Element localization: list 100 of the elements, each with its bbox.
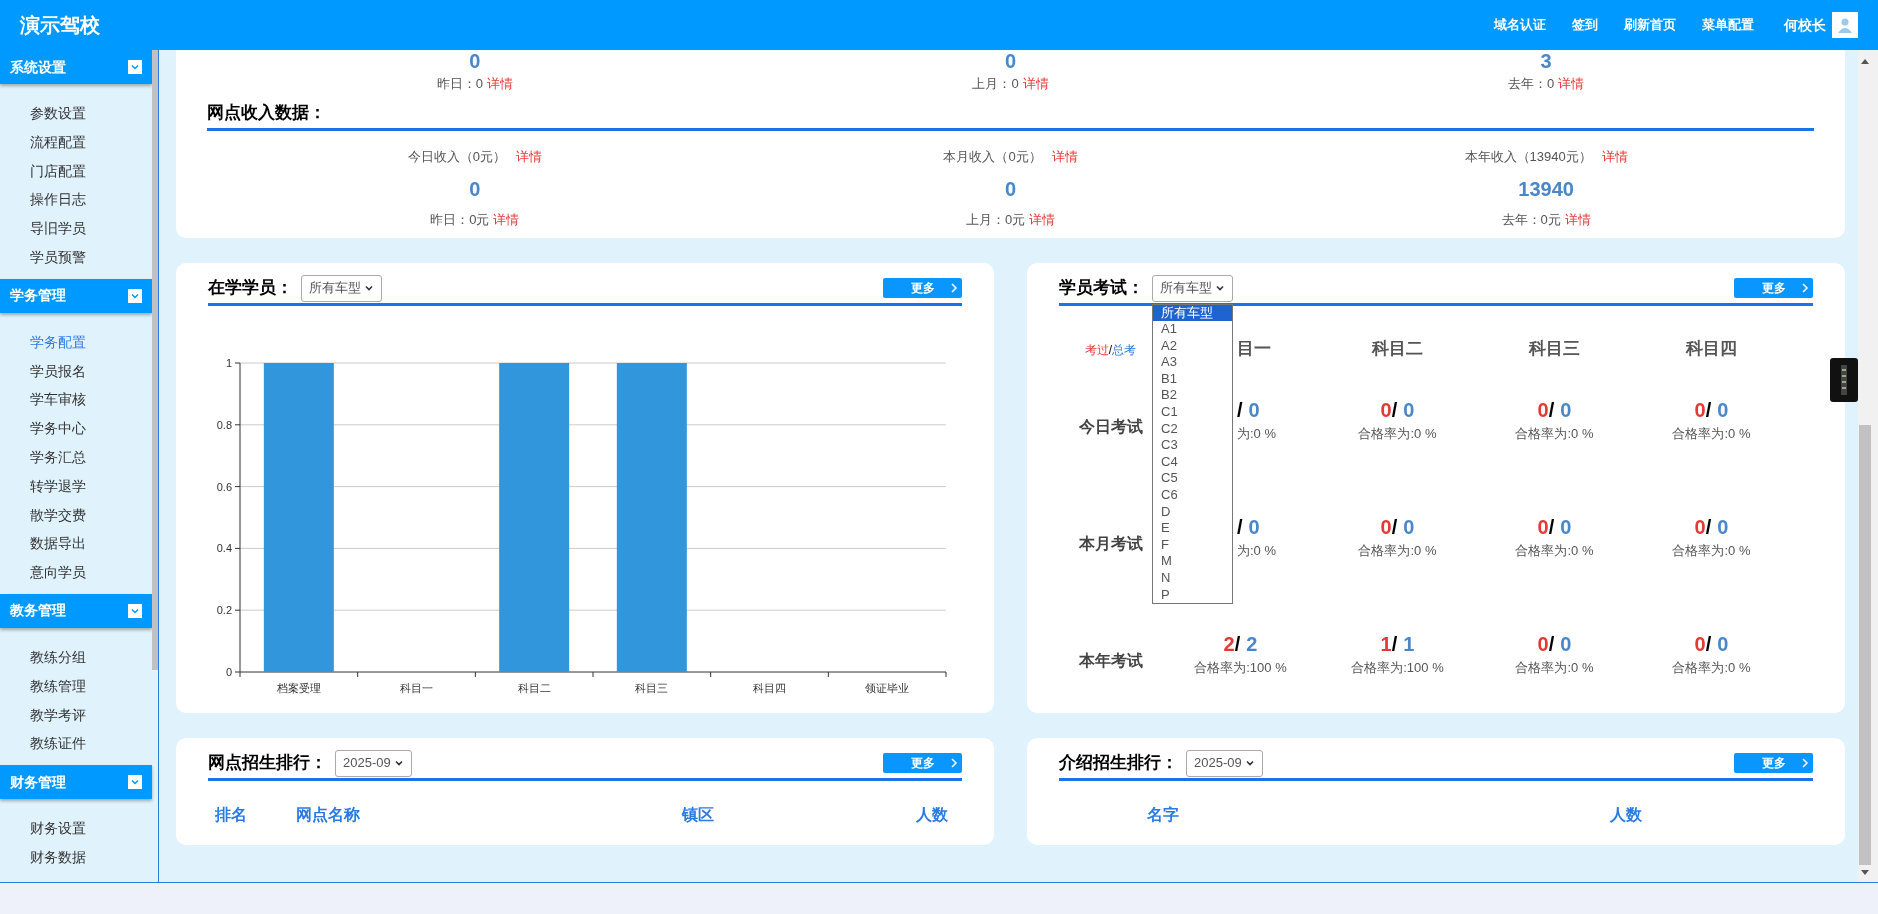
dropdown-option[interactable]: D	[1153, 503, 1232, 521]
column-header: 网点名称	[296, 806, 360, 823]
exam-score: / 0	[1237, 514, 1260, 540]
sidebar-item[interactable]: 学务汇总	[0, 442, 152, 472]
arrow-down-icon	[1861, 870, 1869, 876]
exam-score: 0/ 0	[1537, 631, 1572, 657]
dropdown-option[interactable]: C6	[1153, 487, 1232, 504]
chevron-icon	[1215, 283, 1225, 293]
card-title: 介绍招生排行：	[1059, 752, 1178, 775]
chevron-icon	[393, 758, 404, 768]
stat-value: 0	[469, 177, 481, 201]
sidebar-item[interactable]: 学务配置	[0, 327, 152, 357]
dropdown-option[interactable]: B1	[1153, 370, 1232, 388]
pass-rate: 合格率为:100 %	[1351, 658, 1444, 677]
filter-select[interactable]: 2025-09	[1186, 749, 1263, 777]
column-header: 人数	[1610, 806, 1642, 823]
dropdown-option[interactable]: N	[1153, 570, 1232, 587]
filter-select[interactable]: 所有车型	[1152, 274, 1233, 302]
stat-value: 0	[1004, 50, 1017, 72]
sidebar-item[interactable]: 散学交费	[0, 500, 152, 530]
axis-category-label: 科目四	[753, 682, 786, 694]
details-link[interactable]: 详情	[1029, 210, 1056, 230]
chevron-icon	[1244, 758, 1255, 768]
dropdown-option[interactable]: C3	[1153, 437, 1232, 454]
sidebar-item[interactable]: 操作日志	[0, 185, 152, 215]
dropdown-option[interactable]: E	[1153, 520, 1232, 537]
sidebar-item[interactable]: 教练分组	[0, 642, 152, 672]
sidebar-item[interactable]: 学员报名	[0, 356, 152, 386]
details-link[interactable]: 详情	[515, 147, 542, 167]
axis-category-label: 科目一	[400, 682, 433, 694]
stat-label: 去年：0	[1508, 75, 1555, 94]
exam-score: 0/ 0	[1380, 514, 1415, 540]
sidebar-item[interactable]: 财务数据	[0, 842, 152, 872]
avatar-icon[interactable]	[1832, 12, 1858, 38]
sidebar-item[interactable]: 教学考评	[0, 700, 152, 730]
dropdown-option[interactable]: C4	[1153, 453, 1232, 471]
sidebar-item[interactable]: 参数设置	[0, 99, 152, 128]
axis-category-label: 科目二	[517, 682, 551, 694]
chevron-icon	[364, 283, 374, 293]
column-header: 镇区	[682, 806, 714, 823]
column-header: 名字	[1147, 806, 1179, 823]
dropdown-option[interactable]: A2	[1153, 337, 1232, 355]
sidebar-item[interactable]: 教练证件	[0, 729, 152, 759]
details-link[interactable]: 详情	[1564, 210, 1591, 230]
pass-rate: 合格率为:0 %	[1515, 541, 1594, 560]
details-link[interactable]: 详情	[1601, 147, 1628, 167]
sidebar-item[interactable]: 门店配置	[0, 156, 152, 186]
pass-rate: 合格率为:0 %	[1672, 658, 1751, 677]
chevron-icon	[1801, 283, 1809, 293]
dropdown-option[interactable]: 所有车型	[1153, 304, 1232, 322]
level-icon	[1841, 365, 1847, 395]
axis-tick-label: 0.8	[216, 418, 232, 431]
dropdown-option[interactable]: F	[1153, 536, 1232, 554]
filter-select[interactable]: 所有车型	[301, 274, 382, 302]
details-link[interactable]: 详情	[1558, 74, 1585, 94]
exam-score: 0/ 0	[1380, 397, 1415, 423]
exam-score: 0/ 0	[1694, 397, 1729, 423]
dropdown-option[interactable]: P	[1153, 586, 1232, 604]
dropdown-option[interactable]: C2	[1153, 420, 1232, 438]
column-header: 科目四	[1686, 337, 1737, 360]
floating-widget[interactable]	[1830, 358, 1858, 402]
sidebar-item[interactable]: 导旧学员	[0, 214, 152, 243]
stat-value: 3	[1540, 50, 1552, 72]
chevron-icon	[950, 758, 958, 768]
stat-value: 0	[469, 50, 481, 72]
chevron-icon	[1801, 758, 1809, 768]
sidebar-item[interactable]: 财务设置	[0, 814, 152, 843]
column-header: 目一	[1237, 337, 1271, 360]
sidebar-item[interactable]: 教练管理	[0, 671, 152, 701]
sidebar-item[interactable]: 学员预警	[0, 243, 152, 272]
details-link[interactable]: 详情	[1022, 74, 1049, 94]
dropdown-option[interactable]: A1	[1153, 321, 1232, 338]
details-link[interactable]: 详情	[493, 210, 520, 230]
dropdown-option[interactable]: B2	[1153, 387, 1232, 405]
sidebar-item[interactable]: 意向学员	[0, 558, 152, 587]
sidebar-item[interactable]: 数据导出	[0, 529, 152, 559]
row-label: 本月考试	[1078, 533, 1143, 554]
sidebar-item[interactable]: 流程配置	[0, 127, 152, 157]
stat-value: 13940	[1518, 177, 1574, 201]
arrow-up-icon	[1861, 58, 1869, 64]
stat-label: 上月：0元	[965, 211, 1026, 230]
filter-select[interactable]: 2025-09	[335, 749, 412, 777]
scrollbar-thumb[interactable]	[1859, 425, 1871, 865]
dropdown-option[interactable]: M	[1153, 553, 1232, 570]
sidebar-item[interactable]: 学车审核	[0, 385, 152, 415]
dropdown-option[interactable]: C5	[1153, 470, 1232, 488]
axis-tick-label: 0	[225, 666, 232, 678]
column-header: 人数	[916, 806, 948, 823]
sidebar-item[interactable]: 转学退学	[0, 471, 152, 501]
chevron-icon	[950, 283, 958, 293]
stat-label: 本月收入（0元）	[943, 148, 1042, 167]
row-label: 本年考试	[1078, 650, 1143, 671]
dropdown-option[interactable]: A3	[1153, 354, 1232, 371]
card-title: 在学学员：	[208, 277, 293, 300]
sidebar-item[interactable]: 学务中心	[0, 414, 152, 443]
column-header: 科目三	[1529, 337, 1580, 360]
exam-score: 2/ 2	[1223, 631, 1258, 657]
dropdown-option[interactable]: C1	[1153, 404, 1232, 421]
details-link[interactable]: 详情	[1051, 147, 1078, 167]
details-link[interactable]: 详情	[486, 74, 513, 94]
